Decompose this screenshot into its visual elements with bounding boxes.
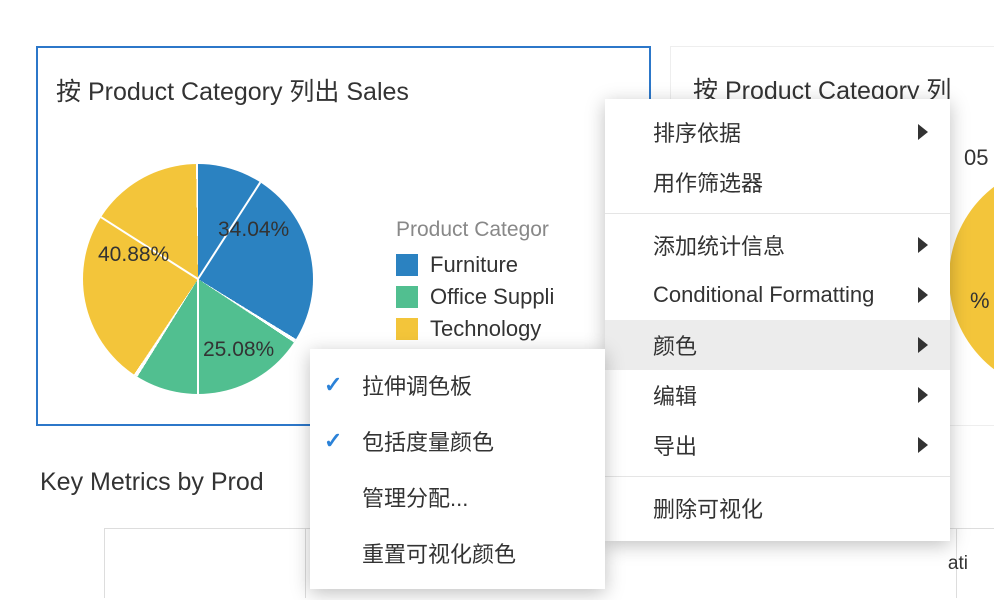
submenu-item-label: 管理分配... [362, 481, 468, 513]
chevron-right-icon [918, 387, 928, 403]
table-header-fragment: ati [948, 553, 968, 575]
menu-separator [605, 213, 950, 214]
menu-item-label: 导出 [653, 429, 697, 461]
submenu-item-label: 拉伸调色板 [362, 369, 472, 401]
section-title-key-metrics: Key Metrics by Prod [40, 468, 264, 497]
menu-item-sort-by[interactable]: 排序依据 [605, 107, 950, 157]
pie-separator [197, 279, 199, 394]
submenu-item-label: 重置可视化颜色 [362, 537, 516, 569]
chart-title: 按 Product Category 列出 Sales [38, 48, 649, 108]
swatch-icon [396, 286, 418, 308]
slice-label-furniture: 34.04% [218, 218, 289, 242]
context-submenu-color[interactable]: ✓ 拉伸调色板 ✓ 包括度量颜色 管理分配... 重置可视化颜色 [310, 349, 605, 589]
swatch-icon [396, 254, 418, 276]
menu-item-use-as-filter[interactable]: 用作筛选器 [605, 157, 950, 207]
pie-chart[interactable] [83, 164, 313, 394]
text-fragment: % [970, 288, 990, 314]
chart-legend: Product Categor Furniture Office Suppli … [396, 218, 554, 348]
legend-item-technology[interactable]: Technology [396, 316, 554, 342]
menu-item-delete-viz[interactable]: 删除可视化 [605, 483, 950, 533]
menu-item-export[interactable]: 导出 [605, 420, 950, 470]
pie-graphic-right [949, 163, 994, 393]
legend-label: Technology [430, 316, 541, 342]
slice-label-technology: 40.88% [98, 243, 169, 267]
table-col-divider [305, 529, 306, 598]
menu-item-label: 添加统计信息 [653, 229, 785, 261]
menu-item-add-statistics[interactable]: 添加统计信息 [605, 220, 950, 270]
legend-label: Office Suppli [430, 284, 554, 310]
submenu-item-manage-assignments[interactable]: 管理分配... [310, 469, 605, 525]
swatch-icon [396, 318, 418, 340]
check-icon: ✓ [324, 428, 342, 454]
legend-item-furniture[interactable]: Furniture [396, 252, 554, 278]
submenu-item-stretch-palette[interactable]: ✓ 拉伸调色板 [310, 357, 605, 413]
context-menu[interactable]: 排序依据 用作筛选器 添加统计信息 Conditional Formatting… [605, 99, 950, 541]
legend-item-office[interactable]: Office Suppli [396, 284, 554, 310]
text-fragment: 05 [964, 145, 988, 171]
chevron-right-icon [918, 124, 928, 140]
menu-item-label: 颜色 [653, 329, 697, 361]
check-icon: ✓ [324, 372, 342, 398]
submenu-item-reset-viz-colors[interactable]: 重置可视化颜色 [310, 525, 605, 581]
chevron-right-icon [918, 437, 928, 453]
chart-title-right: 按 Product Category 列 [671, 47, 994, 107]
legend-title: Product Categor [396, 218, 554, 242]
menu-item-label: 删除可视化 [653, 492, 763, 524]
submenu-item-include-measure-color[interactable]: ✓ 包括度量颜色 [310, 413, 605, 469]
slice-label-office: 25.08% [203, 338, 274, 362]
menu-item-label: 编辑 [653, 379, 697, 411]
menu-item-label: Conditional Formatting [653, 282, 874, 308]
legend-label: Furniture [430, 252, 518, 278]
chevron-right-icon [918, 287, 928, 303]
chevron-right-icon [918, 237, 928, 253]
menu-item-color[interactable]: 颜色 [605, 320, 950, 370]
submenu-item-label: 包括度量颜色 [362, 425, 494, 457]
menu-separator [605, 476, 950, 477]
menu-item-edit[interactable]: 编辑 [605, 370, 950, 420]
menu-item-label: 用作筛选器 [653, 166, 763, 198]
chevron-right-icon [918, 337, 928, 353]
menu-item-label: 排序依据 [653, 116, 741, 148]
menu-item-conditional-formatting[interactable]: Conditional Formatting [605, 270, 950, 320]
